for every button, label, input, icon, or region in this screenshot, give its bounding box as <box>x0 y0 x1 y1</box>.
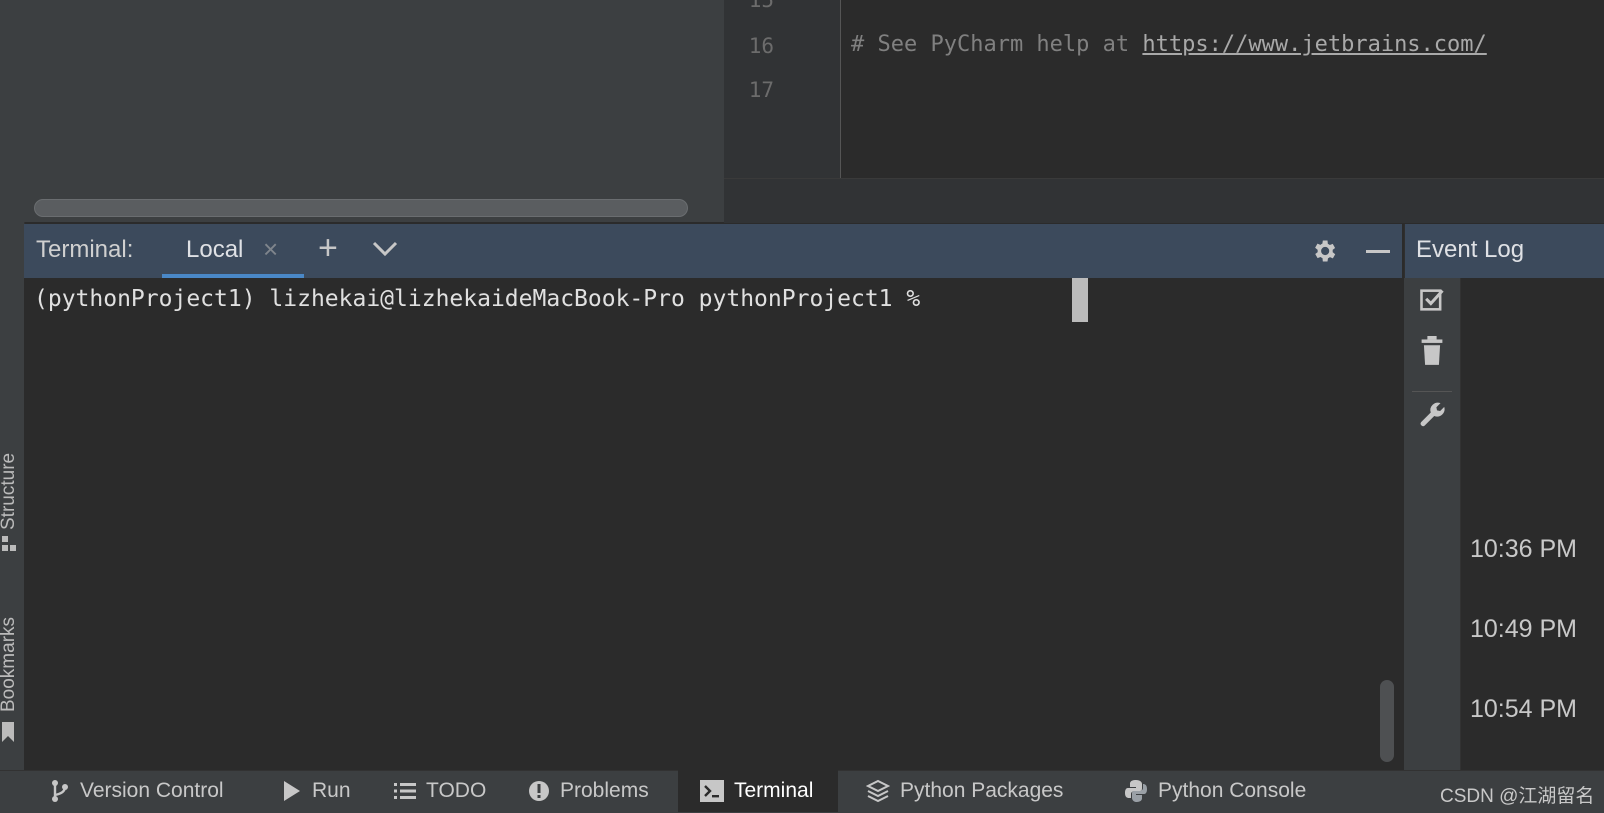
layers-icon <box>866 779 890 803</box>
tool-terminal-label: Terminal <box>734 779 814 802</box>
python-icon <box>1125 780 1147 802</box>
tool-run[interactable]: Run <box>282 770 351 812</box>
list-icon <box>394 783 416 799</box>
bookmark-icon <box>2 722 14 742</box>
event-time: 10:36 PM <box>1470 535 1578 563</box>
left-tool-strip: Structure Bookmarks <box>0 0 25 770</box>
exclamation-icon <box>529 781 549 801</box>
tool-todo[interactable]: TODO <box>394 770 486 812</box>
tool-problems[interactable]: Problems <box>528 770 649 812</box>
structure-tab[interactable]: Structure <box>0 453 20 530</box>
play-icon <box>284 781 300 801</box>
tool-version-control[interactable]: Version Control <box>50 770 224 812</box>
vertical-scrollbar[interactable] <box>1380 680 1394 762</box>
horizontal-scrollbar[interactable] <box>34 199 688 217</box>
editor-gutter: 15 16 17 <box>724 0 841 178</box>
toolbar-divider <box>1412 391 1452 392</box>
terminal-cursor <box>1072 278 1088 322</box>
trash-icon[interactable] <box>1420 336 1444 366</box>
tool-python-console[interactable]: Python Console <box>1124 770 1306 812</box>
event-time: 10:54 PM <box>1470 695 1578 723</box>
tool-python-console-label: Python Console <box>1158 779 1307 802</box>
wrench-icon[interactable] <box>1418 400 1448 430</box>
event-log-toolbar <box>1404 278 1461 770</box>
close-icon[interactable]: × <box>263 234 278 265</box>
tool-terminal[interactable]: Terminal <box>700 770 813 812</box>
terminal-prompt: (pythonProject1) lizhekai@lizhekaideMacB… <box>34 286 935 312</box>
bookmarks-tab[interactable]: Bookmarks <box>0 617 20 712</box>
gear-icon[interactable] <box>1310 237 1338 265</box>
tool-version-control-label: Version Control <box>80 779 224 802</box>
code-line-comment: # See PyCharm help at https://www.jetbra… <box>851 32 1487 57</box>
terminal-title: Terminal: <box>36 236 134 263</box>
code-comment-text: # See PyCharm help at <box>851 32 1143 57</box>
event-time: 10:49 PM <box>1470 615 1578 643</box>
project-panel <box>24 0 725 222</box>
structure-icon <box>2 536 16 551</box>
tool-python-packages-label: Python Packages <box>900 779 1064 802</box>
structure-tab-label: Structure <box>0 452 19 530</box>
terminal-body[interactable] <box>24 278 1402 770</box>
tab-local-label: Local <box>186 236 244 263</box>
chevron-down-icon[interactable] <box>372 240 398 258</box>
line-number: 17 <box>748 78 774 102</box>
minimize-button[interactable] <box>1366 250 1390 253</box>
bookmarks-tab-label: Bookmarks <box>0 616 19 712</box>
tool-todo-label: TODO <box>426 779 487 802</box>
check-icon[interactable] <box>1418 286 1446 314</box>
watermark-text: CSDN @江湖留名 <box>1440 786 1595 807</box>
event-log-title[interactable]: Event Log <box>1416 236 1524 264</box>
tool-run-label: Run <box>312 779 351 802</box>
code-link[interactable]: https://www.jetbrains.com/ <box>1142 32 1486 57</box>
line-number: 16 <box>748 34 774 58</box>
editor-bottom-area <box>724 178 1604 223</box>
terminal-icon <box>700 780 724 802</box>
tool-python-packages[interactable]: Python Packages <box>866 770 1063 812</box>
line-number: 15 <box>748 0 774 12</box>
new-terminal-button[interactable]: + <box>318 229 338 268</box>
branch-icon <box>52 780 68 802</box>
tool-problems-label: Problems <box>560 779 649 802</box>
